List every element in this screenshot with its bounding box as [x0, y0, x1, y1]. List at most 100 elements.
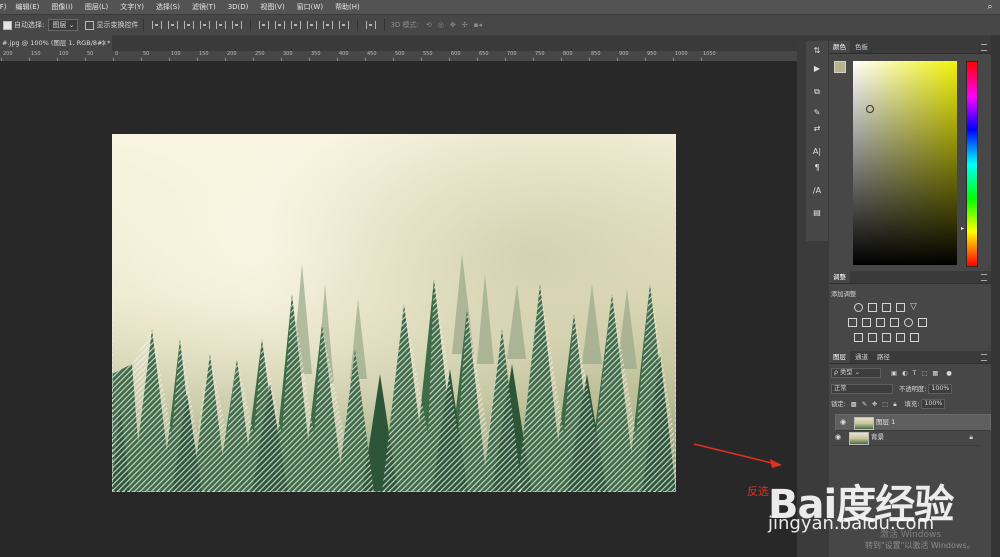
curves-icon[interactable] [882, 303, 891, 312]
color-lookup-icon[interactable] [918, 318, 927, 327]
ruler-label: 400 [339, 51, 349, 57]
filter-pixel-icon[interactable]: ▣ [891, 370, 897, 377]
photo-filter-icon[interactable] [890, 318, 899, 327]
panel-menu-icon[interactable] [981, 354, 987, 361]
color-picker-field[interactable] [853, 61, 957, 265]
tab-adjustments[interactable]: 调整 [829, 271, 850, 283]
ruler-label: 50 [87, 51, 94, 57]
invert-icon[interactable] [854, 333, 863, 342]
align-vcenter-icon[interactable] [168, 21, 179, 29]
filter-adjustment-icon[interactable]: ◐ [902, 370, 908, 377]
distribute-hcenter-icon[interactable] [323, 21, 334, 29]
menu-type[interactable]: 文字(Y) [114, 2, 150, 12]
align-hcenter-icon[interactable] [216, 21, 227, 29]
align-bottom-icon[interactable] [184, 21, 195, 29]
menu-file-edge[interactable]: (F) [0, 3, 10, 11]
filter-shape-icon[interactable]: ⬚ [921, 370, 927, 377]
auto-select-dropdown[interactable]: 图层 ⌄ [48, 19, 79, 31]
posterize-icon[interactable] [868, 333, 877, 342]
search-icon[interactable]: ⌕ [984, 1, 996, 13]
tab-color[interactable]: 颜色 [829, 41, 850, 53]
eye-icon[interactable]: ◉ [839, 418, 847, 426]
3d-orbit-icon[interactable]: ⟲ [426, 21, 432, 29]
history-icon[interactable]: ⇅ [810, 45, 824, 57]
menu-view[interactable]: 视图(V) [254, 2, 290, 12]
glyphs-icon[interactable]: ∕A [810, 185, 824, 197]
properties-icon[interactable]: ⧉ [810, 86, 824, 98]
menu-edit[interactable]: 编辑(E) [10, 2, 46, 12]
color-balance-icon[interactable] [862, 318, 871, 327]
blend-mode-dropdown[interactable]: 正常 [831, 384, 893, 394]
hue-saturation-icon[interactable] [848, 318, 857, 327]
fill-input[interactable]: 100% [921, 399, 946, 409]
3d-slide-icon[interactable]: ✣ [462, 21, 468, 29]
layer-kind-dropdown[interactable]: ρ 类型 ⌄ [831, 368, 881, 378]
panel-menu-icon[interactable] [981, 274, 987, 281]
distribute-top-icon[interactable] [259, 21, 270, 29]
filter-smart-icon[interactable]: ▦ [932, 370, 938, 377]
color-picker-cursor[interactable] [866, 105, 874, 113]
tab-swatches[interactable]: 色板 [851, 41, 872, 53]
threshold-icon[interactable] [882, 333, 891, 342]
layer-row-layer1[interactable]: ◉ 图层 1 [835, 414, 991, 431]
layer-row-background[interactable]: ◉ 背景 🔒︎ [831, 430, 979, 446]
brush-presets-icon[interactable]: ⇄ [810, 123, 824, 135]
brightness-icon[interactable] [854, 303, 863, 312]
lock-artboard-icon[interactable]: ⬚ [882, 401, 888, 408]
3d-scale-icon[interactable]: ▪◂ [474, 21, 482, 29]
tab-paths[interactable]: 路径 [873, 351, 894, 363]
panel-menu-icon[interactable] [981, 44, 987, 51]
opacity-input[interactable]: 100% [928, 384, 953, 394]
play-action-icon[interactable]: ▶ [810, 63, 824, 75]
menu-3d[interactable]: 3D(D) [222, 3, 255, 11]
auto-select-checkbox[interactable] [3, 20, 12, 30]
opacity-label: 不透明度: [899, 386, 927, 393]
menu-window[interactable]: 窗口(W) [291, 2, 329, 12]
hue-slider[interactable] [966, 61, 978, 267]
lock-transparent-icon[interactable]: ▩ [851, 401, 857, 408]
align-left-icon[interactable] [200, 21, 211, 29]
distribute-bottom-icon[interactable] [291, 21, 302, 29]
libraries-icon[interactable]: ▤ [810, 207, 824, 219]
lock-position-icon[interactable]: ✥ [872, 401, 877, 408]
show-transform-checkbox[interactable] [85, 20, 95, 30]
foreground-color-swatch[interactable] [834, 61, 846, 73]
character-icon[interactable]: A| [810, 146, 824, 158]
gradient-map-icon[interactable] [896, 333, 905, 342]
lock-pixels-icon[interactable]: ✎ [862, 401, 867, 408]
filter-type-icon[interactable]: T [913, 370, 917, 377]
hue-slider-handle[interactable]: ▸ [961, 225, 964, 232]
exposure-icon[interactable] [896, 303, 905, 312]
distribute-right-icon[interactable] [339, 21, 350, 29]
distribute-vcenter-icon[interactable] [275, 21, 286, 29]
layer-thumbnail [854, 417, 874, 430]
menu-layer[interactable]: 图层(L) [79, 2, 114, 12]
filter-toggle-icon[interactable]: ● [946, 370, 952, 377]
3d-pan-icon[interactable]: ✥ [450, 21, 456, 29]
lock-all-icon[interactable]: 🔒︎ [893, 401, 896, 408]
tab-layers[interactable]: 图层 [829, 351, 850, 363]
selective-color-icon[interactable] [910, 333, 919, 342]
align-right-icon[interactable] [232, 21, 243, 29]
brush-icon[interactable]: ✎ [810, 107, 824, 119]
close-icon[interactable]: × [101, 35, 109, 51]
channel-mixer-icon[interactable] [904, 318, 913, 327]
document-tab[interactable]: #.jpg @ 100% (图层 1, RGB/8#) * [0, 35, 112, 51]
ruler-label: 450 [367, 51, 377, 57]
layer-name[interactable]: 图层 1 [876, 415, 895, 430]
align-top-icon[interactable] [152, 21, 163, 29]
black-white-icon[interactable] [876, 318, 885, 327]
3d-roll-icon[interactable]: ◎ [438, 21, 444, 29]
menu-image[interactable]: 图像(I) [45, 2, 79, 12]
distribute-left-icon[interactable] [307, 21, 318, 29]
menu-filter[interactable]: 滤镜(T) [186, 2, 222, 12]
auto-align-icon[interactable] [366, 21, 377, 29]
vibrance-icon[interactable]: ▽ [910, 303, 919, 312]
layer-name[interactable]: 背景 [871, 430, 884, 445]
levels-icon[interactable] [868, 303, 877, 312]
menu-select[interactable]: 选择(S) [150, 2, 186, 12]
menu-help[interactable]: 帮助(H) [329, 2, 366, 12]
eye-icon[interactable]: ◉ [834, 433, 842, 441]
tab-channels[interactable]: 通道 [851, 351, 872, 363]
paragraph-icon[interactable]: ¶ [810, 162, 824, 174]
